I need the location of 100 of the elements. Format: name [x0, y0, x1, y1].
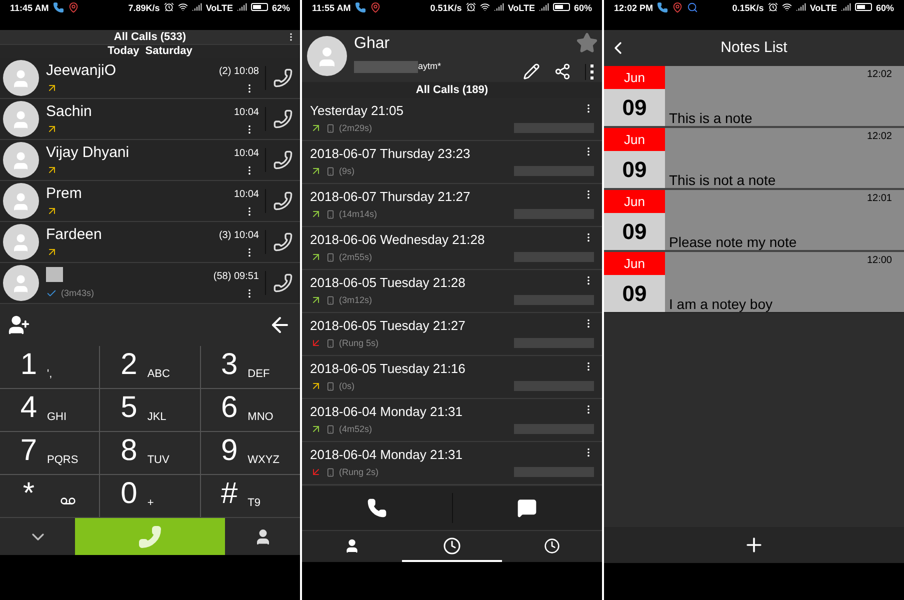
- call-duration: (9s): [339, 164, 354, 178]
- call-time: 10:04: [234, 188, 259, 202]
- call-date: Yesterday 21:05: [310, 102, 404, 120]
- dial-key[interactable]: 9 WXYZ: [200, 432, 300, 474]
- note-day: 09: [604, 89, 665, 126]
- contact-name: JeewanjiO: [46, 62, 116, 78]
- dial-key[interactable]: 3 DEF: [200, 346, 300, 388]
- battery-icon: [854, 3, 872, 11]
- phone-icon: [657, 2, 668, 13]
- note-day: 09: [604, 275, 665, 312]
- date-heading: Today Saturday: [0, 44, 300, 58]
- signal-icon: [840, 2, 851, 12]
- phone-type-icon: [326, 210, 335, 219]
- section-heading: All Calls (189): [302, 82, 602, 98]
- call-time: 10:04: [234, 106, 259, 120]
- call-row[interactable]: Prem 10:04: [0, 181, 300, 222]
- signal-icon: [494, 2, 504, 12]
- call-duration: (3m12s): [339, 294, 372, 307]
- call-duration: (4m52s): [339, 422, 372, 436]
- map-pin-icon: [370, 2, 381, 13]
- signal-icon: [538, 2, 549, 12]
- note-month: Jun: [604, 252, 665, 275]
- contact-name: Sachin: [46, 102, 92, 120]
- person-icon: [344, 538, 360, 554]
- note-month: Jun: [604, 128, 665, 151]
- call-duration: (Rung 5s): [339, 336, 379, 350]
- screen-title: Notes List: [720, 38, 788, 58]
- phone-icon: [273, 191, 293, 211]
- call-row[interactable]: 2018-06-04 Monday 21:31 (Rung 2s): [302, 442, 602, 485]
- map-pin-icon: [68, 2, 79, 13]
- share-icon: [554, 63, 571, 80]
- call-row[interactable]: 2018-06-06 Wednesday 21:28 (2m55s): [302, 227, 602, 270]
- phone-icon: [138, 524, 162, 548]
- dial-key[interactable]: 4 GHI: [0, 389, 100, 431]
- phone-type-icon: [326, 424, 335, 434]
- status-time: 11:55 AM: [312, 2, 351, 15]
- call-row[interactable]: Sachin 10:04: [0, 99, 300, 140]
- call-date: 2018-06-05 Tuesday 21:28: [310, 274, 466, 292]
- call-time: (3) 10:04: [218, 228, 259, 242]
- dial-key[interactable]: 5 JKL: [100, 389, 200, 431]
- contact-name: Ghar: [354, 34, 391, 54]
- call-row[interactable]: 2018-06-07 Thursday 23:23 (9s): [302, 141, 602, 184]
- dial-key[interactable]: *: [0, 475, 100, 517]
- battery-icon: [552, 3, 570, 11]
- dial-key[interactable]: 8 TUV: [100, 432, 200, 474]
- star-icon: [576, 32, 598, 54]
- phone-icon: [273, 68, 293, 88]
- phone-icon: [273, 150, 293, 170]
- call-duration: (3m43s): [61, 288, 94, 298]
- add-contact-button[interactable]: [8, 314, 30, 336]
- dial-key[interactable]: 1 ',: [0, 346, 100, 388]
- call-date: 2018-06-06 Wednesday 21:28: [310, 231, 485, 249]
- phone-type-icon: [326, 252, 335, 262]
- call-row[interactable]: Yesterday 21:05 (2m29s): [302, 98, 602, 141]
- network-speed: 7.89K/s: [128, 2, 160, 15]
- call-time: (2) 10:08: [218, 64, 259, 78]
- dial-key[interactable]: 2 ABC: [100, 346, 200, 388]
- note-day: 09: [604, 151, 665, 188]
- note-day: 09: [604, 213, 665, 250]
- note-text: Please note my note: [669, 234, 798, 250]
- phone-type-icon: [326, 338, 335, 348]
- contact-name: Prem: [46, 184, 82, 202]
- call-date: 2018-06-07 Thursday 23:23: [310, 145, 470, 163]
- dial-key[interactable]: # T9: [200, 475, 300, 517]
- note-text: I am a notey boy: [669, 296, 774, 312]
- call-row[interactable]: 2018-06-07 Thursday 21:27 (14m14s): [302, 184, 602, 227]
- dial-key[interactable]: 7 PQRS: [0, 432, 100, 474]
- edit-button[interactable]: [523, 63, 540, 80]
- call-row[interactable]: Vijay Dhyani 10:04: [0, 140, 300, 181]
- note-text: This is not a note: [669, 172, 777, 188]
- note-time: 12:02: [866, 68, 892, 82]
- call-row[interactable]: 2018-06-05 Tuesday 21:16 (0s): [302, 356, 602, 399]
- phone-icon: [273, 273, 293, 293]
- call-row[interactable]: (58) 09:51 (3m43s): [0, 263, 300, 304]
- battery-level: 60%: [574, 2, 592, 15]
- note-month: Jun: [604, 190, 665, 213]
- call-row[interactable]: Fardeen (3) 10:04: [0, 222, 300, 263]
- dial-key[interactable]: 0 +: [100, 475, 200, 517]
- phone-type-icon: [326, 296, 335, 305]
- phone-type-icon: [326, 166, 335, 176]
- dial-key[interactable]: 6 MNO: [200, 389, 300, 431]
- call-row[interactable]: 2018-06-04 Monday 21:31 (4m52s): [302, 399, 602, 442]
- note-text: This is a note: [669, 110, 754, 126]
- network-speed: 0.51K/s: [430, 2, 462, 15]
- network-type: VoLTE: [508, 2, 535, 15]
- call-row[interactable]: JeewanjiO (2) 10:08: [0, 58, 300, 99]
- call-date: 2018-06-05 Tuesday 21:16: [310, 360, 466, 378]
- signal-icon: [236, 2, 247, 12]
- call-time: (58) 09:51: [213, 270, 259, 284]
- note-time: 12:01: [866, 192, 892, 206]
- add-person-icon: [8, 314, 30, 336]
- share-button[interactable]: [554, 63, 571, 80]
- alarm-icon: [164, 2, 174, 12]
- phone-icon: [273, 109, 293, 129]
- pencil-icon: [523, 63, 540, 80]
- call-row[interactable]: 2018-06-05 Tuesday 21:28 (3m12s): [302, 270, 602, 313]
- call-duration: (2m55s): [339, 250, 372, 264]
- call-row[interactable]: 2018-06-05 Tuesday 21:27 (Rung 5s): [302, 313, 602, 356]
- more-button[interactable]: [585, 64, 594, 80]
- battery-level: 60%: [876, 2, 894, 15]
